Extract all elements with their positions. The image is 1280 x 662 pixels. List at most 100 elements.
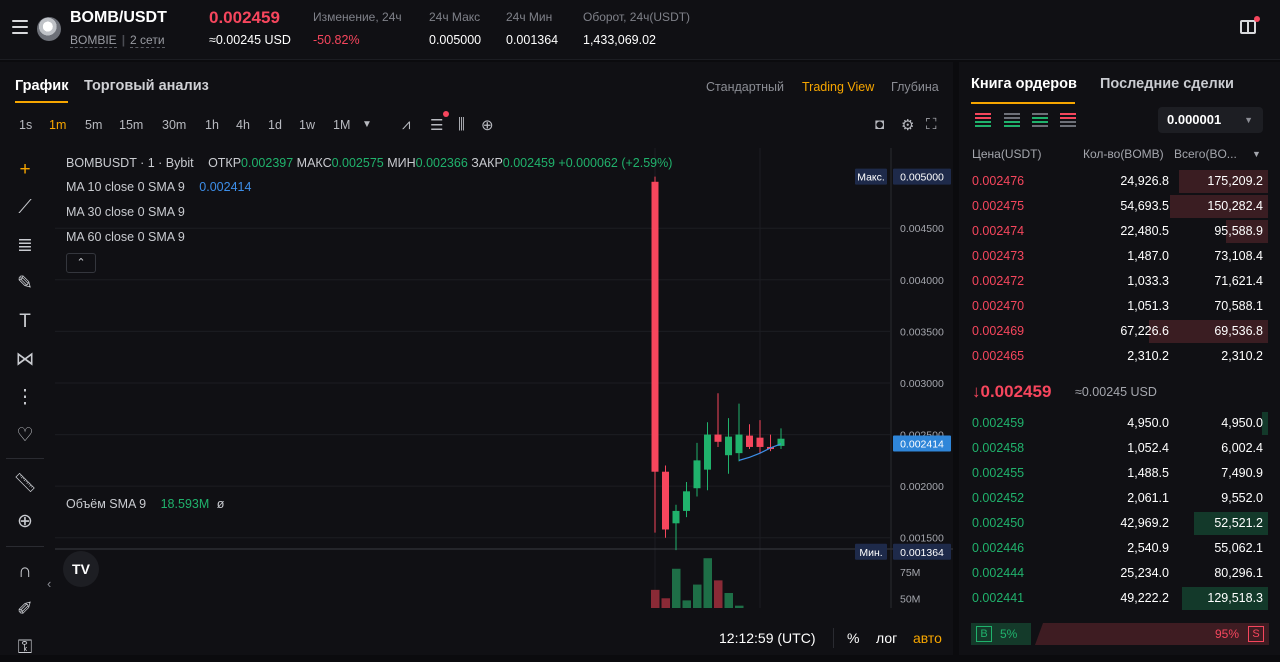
- book-sells-icon[interactable]: [1060, 113, 1076, 127]
- ask-row[interactable]: 0.002474 22,480.5 95,588.9: [959, 219, 1280, 244]
- sell-ratio-label: S: [1248, 626, 1264, 642]
- ask-row[interactable]: 0.002476 24,926.8 175,209.2: [959, 169, 1280, 194]
- book-qty: 2,310.2: [1127, 349, 1169, 363]
- book-icon[interactable]: [1240, 20, 1256, 34]
- ma30-legend[interactable]: MA 30 close 0 SMA 9: [66, 205, 185, 219]
- text-icon[interactable]: T: [11, 308, 39, 336]
- book-price: 0.002469: [972, 324, 1025, 338]
- bid-row[interactable]: 0.002459 4,950.0 4,950.0: [959, 411, 1280, 436]
- lock-pen-icon[interactable]: ✐: [11, 596, 39, 624]
- bid-row[interactable]: 0.002452 2,061.1 9,552.0: [959, 486, 1280, 511]
- tab-recent-trades[interactable]: Последние сделки: [1100, 76, 1234, 92]
- bid-row[interactable]: 0.002455 1,488.5 7,490.9: [959, 461, 1280, 486]
- fib-icon[interactable]: ⋮: [11, 384, 39, 412]
- horizontal-lines-icon[interactable]: ≣: [11, 232, 39, 260]
- chevron-left-icon[interactable]: ‹: [47, 576, 51, 591]
- buy-sell-ratio: B 5% 95% S: [971, 623, 1269, 645]
- trend-line-icon[interactable]: ⟋: [11, 194, 39, 222]
- timeframe-1w[interactable]: 1w: [299, 118, 315, 132]
- timeframe-5m[interactable]: 5m: [85, 118, 102, 132]
- chart-area[interactable]: 0.0045000.0040000.0035000.0030000.002500…: [55, 148, 953, 662]
- tab-order-book[interactable]: Книга ордеров: [971, 76, 1077, 92]
- price-chart[interactable]: 0.0045000.0040000.0035000.0030000.002500…: [55, 148, 953, 662]
- bid-row[interactable]: 0.002458 1,052.4 6,002.4: [959, 436, 1280, 461]
- ma10-legend[interactable]: MA 10 close 0 SMA 9 0.002414: [66, 180, 251, 194]
- candle-body: [693, 460, 701, 489]
- legend-open-label: ОТКР: [208, 156, 242, 170]
- coin-logo: [37, 17, 61, 41]
- percent-toggle[interactable]: %: [847, 630, 859, 646]
- timeframe-1M[interactable]: 1M: [333, 118, 350, 132]
- crosshair-icon[interactable]: +: [11, 156, 39, 184]
- pair-title[interactable]: BOMB/USDT: [70, 9, 167, 27]
- zoom-icon[interactable]: ⊕: [11, 508, 39, 536]
- timeframe-1s[interactable]: 1s: [19, 118, 32, 132]
- heart-icon[interactable]: ♡: [11, 422, 39, 450]
- ask-row[interactable]: 0.002470 1,051.3 70,588.1: [959, 294, 1280, 319]
- bid-row[interactable]: 0.002441 49,222.2 129,518.3: [959, 586, 1280, 611]
- ask-row[interactable]: 0.002469 67,226.6 69,536.8: [959, 319, 1280, 344]
- utc-clock[interactable]: 12:12:59 (UTC): [719, 630, 815, 646]
- tradingview-logo[interactable]: TV: [63, 551, 99, 587]
- tick-size-select[interactable]: 0.000001 ▼: [1158, 107, 1263, 133]
- candles-icon[interactable]: ⫼: [458, 116, 465, 133]
- stat-low: 24ч Мин 0.001364: [506, 10, 558, 47]
- bid-row[interactable]: 0.002450 42,969.2 52,521.2: [959, 511, 1280, 536]
- legend-low-label: МИН: [387, 156, 416, 170]
- magnet-icon[interactable]: ∩: [11, 558, 39, 586]
- view-standard[interactable]: Стандартный: [706, 80, 784, 94]
- book-price: 0.002450: [972, 516, 1025, 530]
- tab-trading-analysis[interactable]: Торговый анализ: [84, 78, 209, 94]
- ruler-icon[interactable]: 📏︎: [11, 470, 39, 498]
- collapse-legend-button[interactable]: ⌃: [66, 253, 96, 273]
- column-total[interactable]: Всего(BO...: [1174, 147, 1237, 161]
- book-bids-icon[interactable]: [1004, 113, 1020, 127]
- camera-icon[interactable]: ◘: [875, 116, 884, 133]
- column-total-dropdown-icon[interactable]: ▼: [1252, 149, 1261, 159]
- book-qty: 1,051.3: [1127, 299, 1169, 313]
- chart-bottom-bar: 12:12:59 (UTC) % лог авто: [0, 622, 953, 655]
- book-both-icon[interactable]: [975, 113, 991, 127]
- book-price: 0.002455: [972, 466, 1025, 480]
- timeframe-4h[interactable]: 4h: [236, 118, 250, 132]
- candle-body: [662, 471, 669, 530]
- settings-sliders-icon[interactable]: ☰: [430, 116, 443, 134]
- bid-row[interactable]: 0.002444 25,234.0 80,296.1: [959, 561, 1280, 586]
- volume-legend[interactable]: Объём SMA 9 18.593M ø: [66, 497, 224, 511]
- divider: [6, 546, 44, 547]
- brush-icon[interactable]: ✎: [11, 270, 39, 298]
- timeframe-1m[interactable]: 1m: [49, 118, 66, 132]
- timeframe-1d[interactable]: 1d: [268, 118, 282, 132]
- view-depth[interactable]: Глубина: [891, 80, 939, 94]
- timeframe-30m[interactable]: 30m: [162, 118, 186, 132]
- auto-toggle[interactable]: авто: [913, 630, 942, 646]
- y-tick-label: 0.003000: [900, 378, 944, 390]
- pattern-icon[interactable]: ⋈: [11, 346, 39, 374]
- timeframe-1h[interactable]: 1h: [205, 118, 219, 132]
- menu-icon[interactable]: [12, 20, 28, 34]
- candle-body: [725, 436, 732, 456]
- networks-link[interactable]: 2 сети: [130, 33, 165, 48]
- book-total: 52,521.2: [1214, 516, 1263, 530]
- ask-row[interactable]: 0.002472 1,033.3 71,621.4: [959, 269, 1280, 294]
- ask-row[interactable]: 0.002465 2,310.2 2,310.2: [959, 344, 1280, 369]
- log-toggle[interactable]: лог: [876, 630, 897, 646]
- timeframe-15m[interactable]: 15m: [119, 118, 143, 132]
- tab-chart[interactable]: График: [15, 78, 68, 94]
- indicators-icon[interactable]: ⩘: [402, 116, 410, 133]
- ask-row[interactable]: 0.002473 1,487.0 73,108.4: [959, 244, 1280, 269]
- book-total: 69,536.8: [1214, 324, 1263, 338]
- book-asks-only-icon[interactable]: [1032, 113, 1048, 127]
- bid-row[interactable]: 0.002446 2,540.9 55,062.1: [959, 536, 1280, 561]
- ask-row[interactable]: 0.002475 54,693.5 150,282.4: [959, 194, 1280, 219]
- book-total: 2,310.2: [1221, 349, 1263, 363]
- timeframe-dropdown-icon[interactable]: ▼: [362, 119, 372, 130]
- ma60-legend[interactable]: MA 60 close 0 SMA 9: [66, 230, 185, 244]
- stat-label: Оборот, 24ч(USDT): [583, 10, 691, 24]
- view-tradingview[interactable]: Trading View: [802, 80, 874, 94]
- gear-icon[interactable]: ⚙: [901, 116, 914, 134]
- coin-name-link[interactable]: BOMBIE: [70, 33, 117, 48]
- volume-bar: [661, 598, 670, 651]
- add-icon[interactable]: ⊕: [481, 116, 494, 134]
- fullscreen-icon[interactable]: ⛶: [926, 116, 937, 133]
